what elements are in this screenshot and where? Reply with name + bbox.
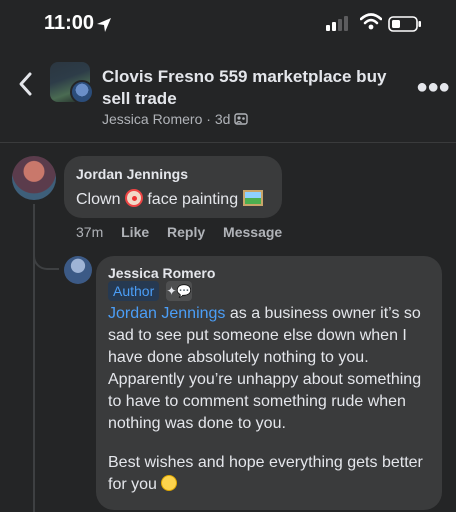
comment-text: Clown face painting (76, 189, 263, 209)
reply-author-avatar[interactable] (64, 256, 92, 284)
post-age: 3d (214, 111, 231, 127)
group-avatar[interactable] (50, 62, 94, 106)
back-chevron-icon[interactable] (16, 70, 36, 98)
location-arrow-icon (97, 18, 111, 32)
post-meta: Jessica Romero · 3d (102, 111, 249, 128)
battery-icon (388, 16, 421, 32)
wifi-icon (360, 13, 382, 30)
author-badge: Author (108, 281, 160, 301)
like-button[interactable]: Like (121, 224, 149, 240)
group-title[interactable]: Clovis Fresno 559 marketplace buy sell t… (102, 66, 402, 110)
more-options-icon[interactable]: ●●● (416, 76, 450, 99)
reply-text-closing: Best wishes and hope everything gets bet… (108, 452, 434, 496)
reply-connector (33, 240, 59, 270)
comment-text-part: face painting (142, 191, 243, 208)
reply-text-body: as a business owner it’s so sad to see p… (108, 305, 422, 432)
reply-closing-text: Best wishes and hope everything gets bet… (108, 454, 423, 493)
header-divider (0, 142, 456, 143)
commenter-name[interactable]: Jordan Jennings (76, 166, 188, 182)
meta-separator: · (202, 111, 215, 127)
message-button[interactable]: Message (223, 224, 282, 240)
reply-author-name[interactable]: Jessica Romero (108, 265, 215, 281)
clown-emoji-icon (124, 189, 143, 207)
reply-text: Jordan Jennings as a business owner it’s… (108, 303, 434, 435)
commenter-avatar[interactable] (12, 156, 56, 200)
reply-bubble: Jessica Romero Author ✦💬 Jordan Jennings… (96, 256, 442, 510)
poster-avatar-small (70, 80, 94, 104)
comment-actions: 37m Like Reply Message (76, 224, 296, 240)
smiling-emoji-icon (161, 475, 178, 491)
cellular-signal-icon (326, 16, 348, 31)
mention-link[interactable]: Jordan Jennings (108, 305, 225, 322)
comment-time: 37m (76, 224, 104, 240)
reply-button[interactable]: Reply (167, 224, 205, 240)
post-author[interactable]: Jessica Romero (102, 111, 202, 127)
status-time: 11:00 (44, 12, 95, 34)
framed-picture-emoji-icon (242, 190, 263, 206)
group-privacy-icon (234, 112, 249, 128)
comment-text-part: Clown (76, 191, 125, 208)
conversation-starter-badge-icon: ✦💬 (166, 281, 192, 301)
comment-bubble: Jordan Jennings Clown face painting (64, 156, 282, 218)
